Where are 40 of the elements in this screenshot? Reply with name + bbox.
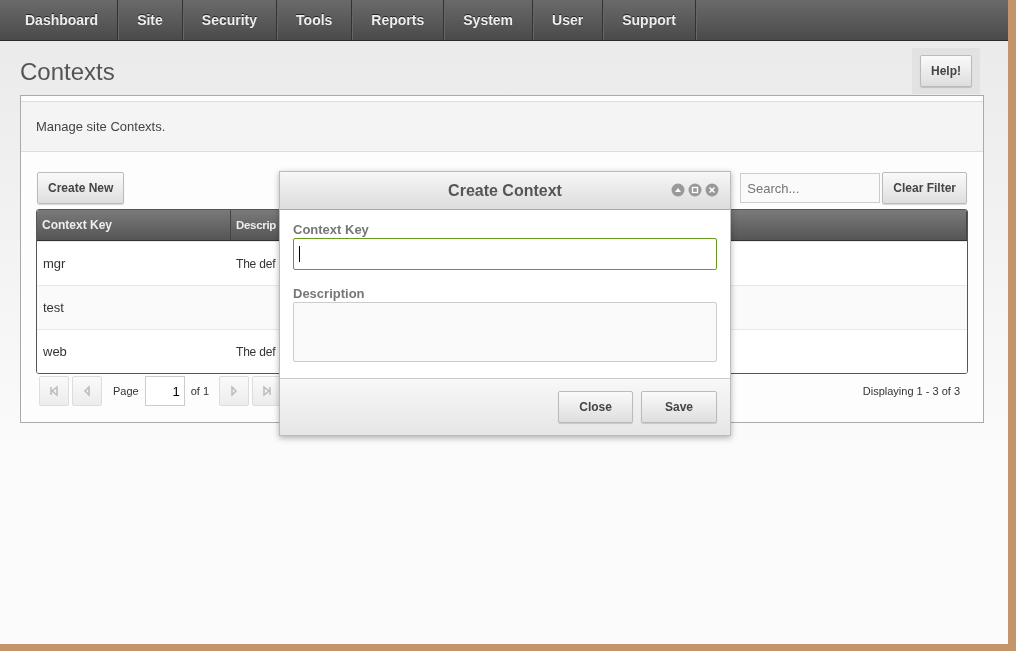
dialog-title: Create Context [448, 181, 562, 200]
page-label: Page [112, 385, 140, 397]
page-title: Contexts [20, 58, 115, 86]
nav-item[interactable]: Support [603, 0, 696, 40]
maximize-icon[interactable] [688, 183, 702, 197]
page-count: of 1 [189, 385, 211, 397]
field-label: Context Key [293, 222, 370, 237]
nav-item[interactable]: Reports [352, 0, 445, 40]
close-icon[interactable] [705, 183, 719, 197]
previous-page-button[interactable] [72, 376, 102, 406]
collapse-icon[interactable] [671, 183, 685, 197]
next-page-button[interactable] [219, 376, 250, 406]
text-cursor [299, 246, 300, 262]
search-field[interactable]: Search... [740, 173, 881, 203]
dialog-button[interactable]: Close [558, 391, 633, 423]
table-cell-text: test [42, 299, 65, 317]
display-status: Displaying 1 - 3 of 3 [861, 385, 961, 397]
nav-item[interactable]: Site [118, 0, 183, 40]
context-key-field[interactable] [293, 238, 717, 270]
nav-item[interactable]: Security [182, 0, 278, 40]
dialog-button[interactable]: Save [640, 391, 717, 423]
first-page-icon [47, 384, 61, 398]
nav-item[interactable]: User [533, 0, 604, 40]
help-button[interactable]: Help! [920, 55, 972, 87]
description-field[interactable] [293, 302, 717, 362]
first-page-button[interactable] [39, 376, 69, 406]
table-cell: The def [236, 256, 276, 271]
column-header[interactable]: Context Key [37, 210, 231, 240]
table-cell-text: mgr [42, 255, 67, 273]
clear-filter-button[interactable]: Clear Filter [882, 172, 967, 204]
nav-item[interactable]: Tools [277, 0, 353, 40]
description-text: Manage site Contexts. [21, 101, 983, 152]
create-new-button[interactable]: Create New [37, 172, 125, 204]
nav-item[interactable]: System [444, 0, 534, 40]
column-header[interactable]: Descrip [236, 219, 277, 231]
field-label: Description [293, 286, 366, 301]
table-cell-text: web [42, 343, 68, 361]
page-number-field[interactable]: 1 [144, 376, 185, 406]
table-cell: The def [236, 344, 276, 359]
nav-item[interactable]: Dashboard [6, 0, 119, 40]
